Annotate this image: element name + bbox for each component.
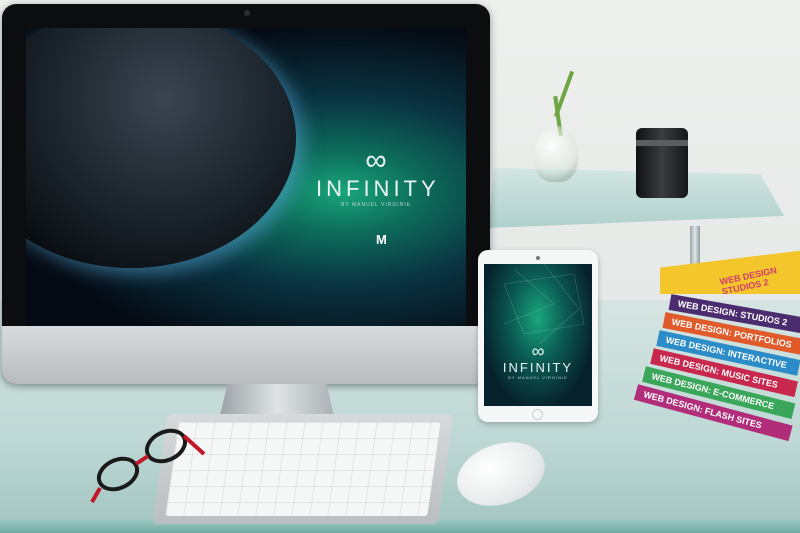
top-book-cover: WEB DESIGN STUDIOS 2 <box>660 250 800 294</box>
monitor-screen: ∞ INFINITY BY MANUEL VIRGINIE M <box>26 28 466 326</box>
tablet-screen: ∞ INFINITY BY MANUEL VIRGINIE <box>484 264 592 406</box>
red-glasses <box>90 428 206 503</box>
infinity-symbol: ∞ <box>531 341 545 361</box>
home-button-icon <box>532 409 543 420</box>
logo-title: INFINITY <box>502 360 574 375</box>
lens-ring <box>636 140 688 146</box>
infinity-logo: ∞ INFINITY BY MANUEL VIRGINIE <box>316 144 440 209</box>
camera-lens <box>636 128 688 198</box>
tablet-infinity-logo: ∞ INFINITY BY MANUEL VIRGINIE <box>498 342 578 380</box>
logo-subtitle: BY MANUEL VIRGINIE <box>508 375 568 380</box>
infinity-symbol: ∞ <box>365 144 387 177</box>
lightbulb-vase <box>534 126 578 182</box>
imac-monitor: ∞ INFINITY BY MANUEL VIRGINIE M <box>2 4 490 384</box>
ipad-mini: ∞ INFINITY BY MANUEL VIRGINIE <box>478 250 598 422</box>
m-badge: M <box>376 232 387 247</box>
planet-earth <box>26 28 296 268</box>
cover-title: WEB DESIGN STUDIOS 2 <box>718 265 778 297</box>
logo-title: INFINITY <box>316 176 440 201</box>
desk-scene: ∞ INFINITY BY MANUEL VIRGINIE M ∞ INFINI… <box>0 0 800 533</box>
tablet-camera-icon <box>536 256 540 260</box>
monitor-chin <box>2 326 490 384</box>
book-stack: WEB DESIGN STUDIOS 2 WEB DESIGN: STUDIOS… <box>630 250 800 442</box>
camera-dot-icon <box>244 10 250 16</box>
geometric-lines <box>503 264 585 345</box>
logo-subtitle: BY MANUEL VIRGINIE <box>341 202 411 208</box>
bamboo-stem <box>553 70 575 118</box>
